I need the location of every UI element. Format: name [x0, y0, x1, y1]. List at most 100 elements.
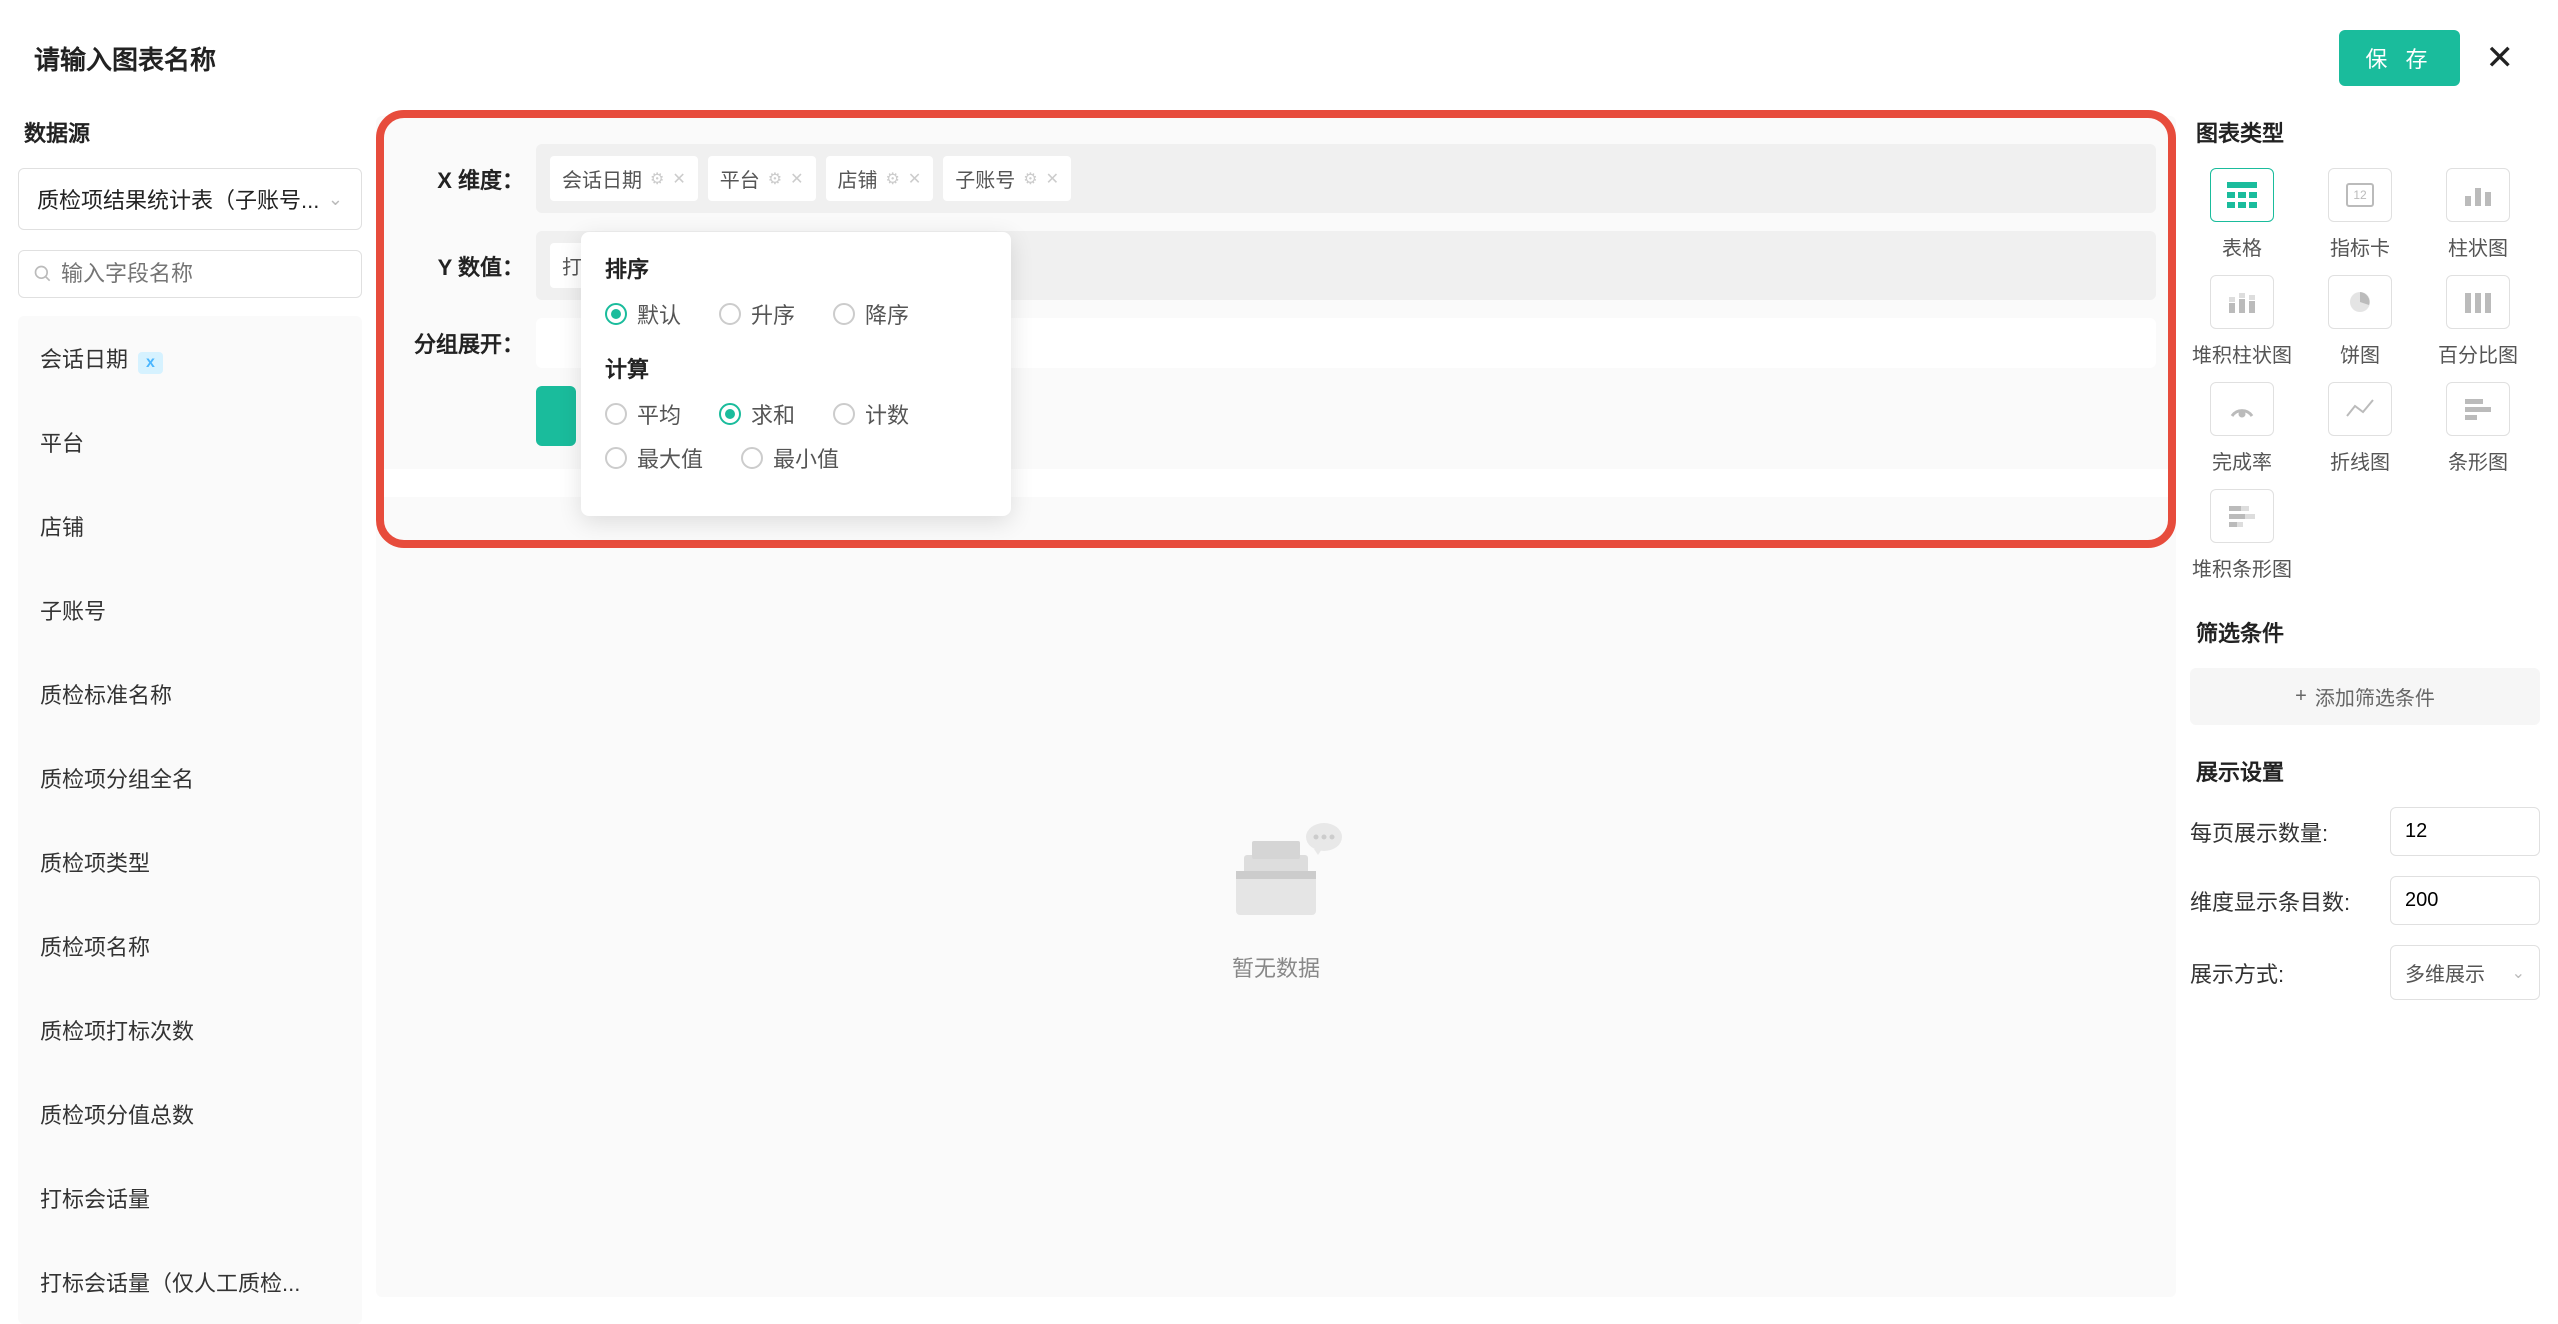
- gear-icon[interactable]: ⚙: [768, 169, 782, 189]
- calc-option-sum[interactable]: 求和: [719, 398, 795, 430]
- header-actions: 保 存 ✕: [2339, 30, 2520, 86]
- chart-type-pie[interactable]: 饼图: [2308, 275, 2412, 368]
- remove-chip-icon[interactable]: ✕: [790, 169, 803, 189]
- chart-type-table[interactable]: 表格: [2190, 168, 2294, 261]
- x-dimension-row: X 维度： 会话日期⚙✕ 平台⚙✕ 店铺⚙✕ 子账号⚙✕: [396, 144, 2156, 213]
- radio-icon: [605, 403, 627, 425]
- percent-chart-icon: [2446, 275, 2510, 329]
- chart-type-percent[interactable]: 百分比图: [2426, 275, 2530, 368]
- header: 请输入图表名称 保 存 ✕: [0, 0, 2558, 116]
- field-item[interactable]: 质检项分组全名: [18, 736, 362, 820]
- remove-chip-icon[interactable]: ✕: [1046, 169, 1059, 189]
- pie-chart-icon: [2328, 275, 2392, 329]
- stacked-bar-icon: [2210, 275, 2274, 329]
- field-item[interactable]: 质检项打标次数: [18, 988, 362, 1072]
- field-item[interactable]: 平台: [18, 400, 362, 484]
- chevron-down-icon: ⌄: [328, 189, 343, 210]
- per-page-label: 每页展示数量:: [2190, 816, 2328, 848]
- query-button[interactable]: [536, 386, 576, 446]
- dimension-chip[interactable]: 店铺⚙✕: [826, 156, 934, 201]
- field-item[interactable]: 质检项分值总数: [18, 1072, 362, 1156]
- table-icon: [2210, 168, 2274, 222]
- dimension-chip[interactable]: 平台⚙✕: [708, 156, 816, 201]
- svg-text:12: 12: [2353, 188, 2367, 202]
- field-item[interactable]: 质检标准名称: [18, 652, 362, 736]
- line-chart-icon: [2328, 382, 2392, 436]
- page-title: 请输入图表名称: [34, 40, 216, 77]
- field-item[interactable]: 店铺: [18, 484, 362, 568]
- radio-icon: [833, 303, 855, 325]
- display-mode-label: 展示方式:: [2190, 957, 2284, 989]
- indicator-icon: 12: [2328, 168, 2392, 222]
- field-search[interactable]: [18, 250, 362, 298]
- chart-type-indicator[interactable]: 12 指标卡: [2308, 168, 2412, 261]
- x-dimension-label: X 维度：: [396, 163, 536, 195]
- calc-option-avg[interactable]: 平均: [605, 398, 681, 430]
- per-page-input[interactable]: [2390, 807, 2540, 856]
- remove-chip-icon[interactable]: ✕: [908, 169, 921, 189]
- gear-icon[interactable]: ⚙: [650, 169, 664, 189]
- dim-count-input[interactable]: [2390, 876, 2540, 925]
- field-item[interactable]: 质检项名称: [18, 904, 362, 988]
- sort-option-asc[interactable]: 升序: [719, 298, 795, 330]
- add-filter-button[interactable]: + 添加筛选条件: [2190, 668, 2540, 725]
- bar-chart-icon: [2446, 168, 2510, 222]
- result-panel: 暂无数据: [376, 497, 2176, 1297]
- radio-icon: [605, 447, 627, 469]
- display-settings: 每页展示数量: 维度显示条目数: 展示方式: 多维展示 ⌄: [2190, 807, 2540, 1000]
- dimension-chip[interactable]: 会话日期⚙✕: [550, 156, 698, 201]
- per-page-row: 每页展示数量:: [2190, 807, 2540, 856]
- stacked-hbar-icon: [2210, 489, 2274, 543]
- radio-icon: [719, 403, 741, 425]
- save-button[interactable]: 保 存: [2339, 30, 2459, 86]
- dim-count-row: 维度显示条目数:: [2190, 876, 2540, 925]
- group-expand-label: 分组展开：: [396, 327, 536, 359]
- dim-count-label: 维度显示条目数:: [2190, 885, 2350, 917]
- chart-type-hbar[interactable]: 条形图: [2426, 382, 2530, 475]
- radio-icon: [741, 447, 763, 469]
- center-panel: X 维度： 会话日期⚙✕ 平台⚙✕ 店铺⚙✕ 子账号⚙✕ Y 数值： 打标会话量…: [376, 116, 2176, 1324]
- plus-icon: +: [2295, 685, 2307, 708]
- datasource-selected-label: 质检项结果统计表（子账号...: [37, 183, 319, 215]
- x-dimension-chips[interactable]: 会话日期⚙✕ 平台⚙✕ 店铺⚙✕ 子账号⚙✕: [536, 144, 2156, 213]
- field-item[interactable]: 打标会话量: [18, 1156, 362, 1240]
- chart-type-bar[interactable]: 柱状图: [2426, 168, 2530, 261]
- y-value-label: Y 数值：: [396, 250, 536, 282]
- sidebar: 数据源 质检项结果统计表（子账号... ⌄ 会话日期x 平台 店铺 子账号 质检…: [18, 116, 362, 1324]
- sort-section-title: 排序: [605, 252, 987, 284]
- search-icon: [33, 264, 53, 284]
- field-item[interactable]: 会话日期x: [18, 316, 362, 400]
- filter-title: 筛选条件: [2190, 616, 2540, 648]
- display-mode-select[interactable]: 多维展示 ⌄: [2390, 945, 2540, 1000]
- chart-type-completion[interactable]: 完成率: [2190, 382, 2294, 475]
- display-settings-title: 展示设置: [2190, 755, 2540, 787]
- main-layout: 数据源 质检项结果统计表（子账号... ⌄ 会话日期x 平台 店铺 子账号 质检…: [0, 116, 2558, 1324]
- sort-option-desc[interactable]: 降序: [833, 298, 909, 330]
- display-mode-row: 展示方式: 多维展示 ⌄: [2190, 945, 2540, 1000]
- gear-icon[interactable]: ⚙: [1023, 169, 1037, 189]
- field-item[interactable]: 子账号: [18, 568, 362, 652]
- chart-type-stacked-hbar[interactable]: 堆积条形图: [2190, 489, 2294, 582]
- dimension-chip[interactable]: 子账号⚙✕: [943, 156, 1071, 201]
- chart-type-stacked-bar[interactable]: 堆积柱状图: [2190, 275, 2294, 368]
- close-button[interactable]: ✕: [2480, 38, 2521, 78]
- sort-option-default[interactable]: 默认: [605, 298, 681, 330]
- radio-icon: [833, 403, 855, 425]
- chart-type-grid: 表格 12 指标卡 柱状图 堆积柱状图 饼图 百分比图: [2190, 168, 2540, 582]
- field-list: 会话日期x 平台 店铺 子账号 质检标准名称 质检项分组全名 质检项类型 质检项…: [18, 316, 362, 1324]
- chart-type-line[interactable]: 折线图: [2308, 382, 2412, 475]
- right-panel: 图表类型 表格 12 指标卡 柱状图 堆积柱状图 饼图: [2190, 116, 2540, 1324]
- remove-chip-icon[interactable]: ✕: [672, 169, 685, 189]
- calc-option-max[interactable]: 最大值: [605, 442, 703, 474]
- field-item[interactable]: 质检项类型: [18, 820, 362, 904]
- gear-icon[interactable]: ⚙: [886, 169, 900, 189]
- datasource-select[interactable]: 质检项结果统计表（子账号... ⌄: [18, 168, 362, 230]
- gauge-icon: [2210, 382, 2274, 436]
- calc-option-min[interactable]: 最小值: [741, 442, 839, 474]
- field-search-input[interactable]: [61, 261, 347, 287]
- value-config-popover: 排序 默认 升序 降序 计算 平均 求和 计数 最大值 最小值: [581, 232, 1011, 516]
- chevron-down-icon: ⌄: [2512, 963, 2525, 983]
- field-item[interactable]: 打标会话量（仅人工质检...: [18, 1240, 362, 1324]
- calc-option-count[interactable]: 计数: [833, 398, 909, 430]
- radio-icon: [719, 303, 741, 325]
